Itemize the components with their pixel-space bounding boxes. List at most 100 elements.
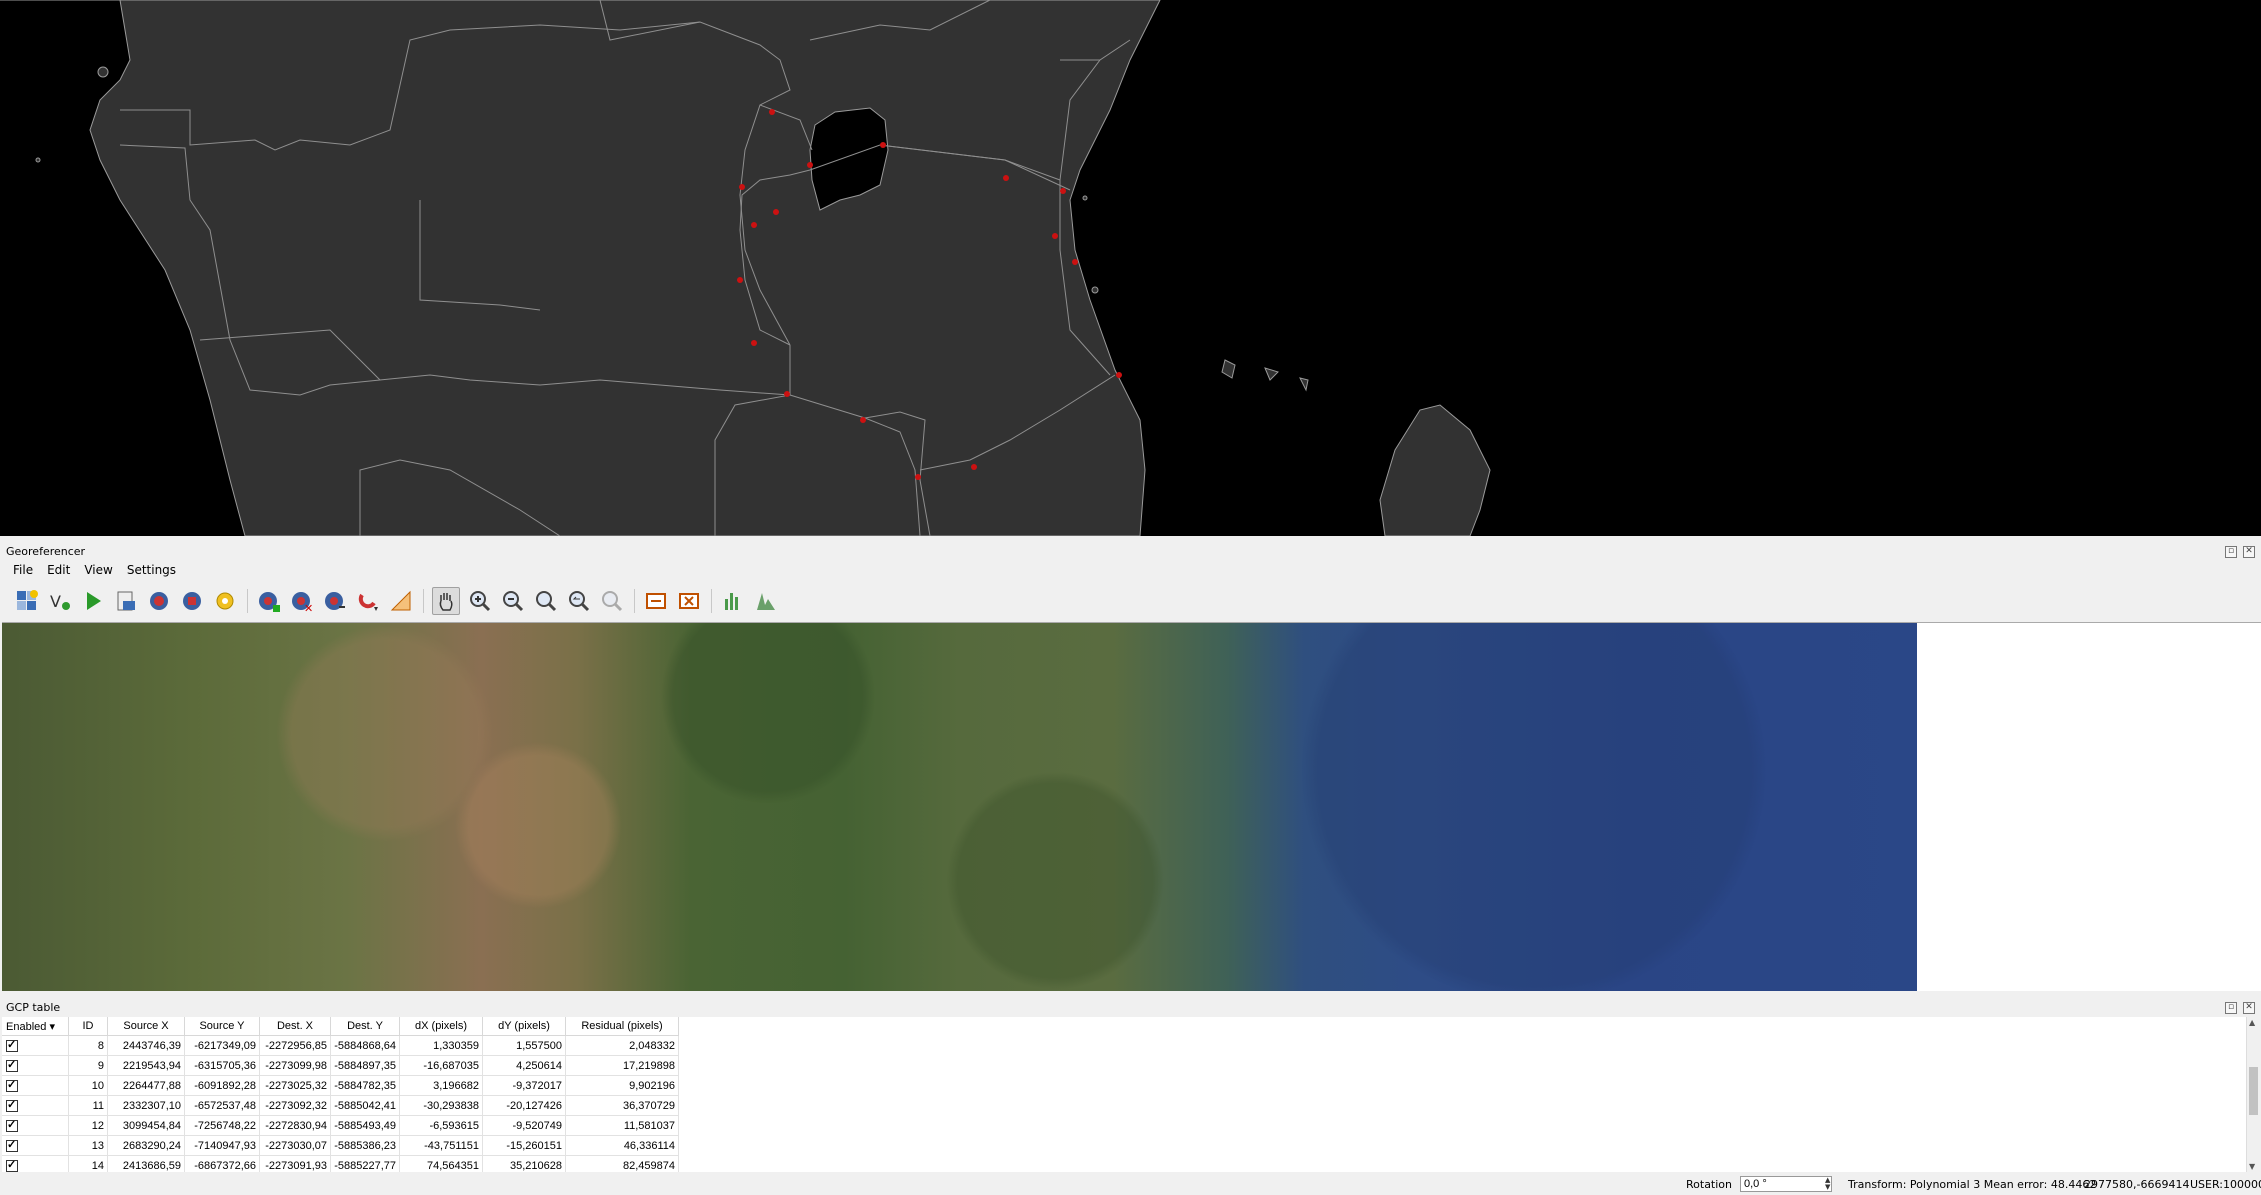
madagascar-landmass	[1379, 404, 1491, 536]
cell-id: 9	[68, 1055, 108, 1076]
float-dock-button[interactable]: ▫	[2225, 1002, 2237, 1014]
zoom-out-icon[interactable]	[500, 588, 526, 614]
table-row[interactable]: 12 3099454,84 -7256748,22 -2272830,94 -5…	[2, 1115, 679, 1136]
transform-settings-ruler-icon[interactable]	[388, 588, 414, 614]
enabled-checkbox[interactable]	[2, 1115, 69, 1136]
column-header-source-x[interactable]: Source X	[107, 1017, 185, 1036]
cell-dest-y[interactable]: -5884868,64	[330, 1035, 400, 1056]
cell-source-x[interactable]: 2332307,10	[107, 1095, 185, 1116]
save-gcp-icon[interactable]	[179, 588, 205, 614]
load-gcp-icon[interactable]	[146, 588, 172, 614]
cell-source-x[interactable]: 2413686,59	[107, 1155, 185, 1172]
cell-source-x[interactable]: 2443746,39	[107, 1035, 185, 1056]
scroll-up-icon[interactable]: ▲	[2249, 1018, 2255, 1027]
cell-dest-y[interactable]: -5885227,77	[330, 1155, 400, 1172]
enabled-checkbox[interactable]	[2, 1155, 69, 1172]
cell-source-y[interactable]: -6315705,36	[184, 1055, 260, 1076]
column-header-dest-x[interactable]: Dest. X	[259, 1017, 331, 1036]
cell-source-y[interactable]: -6091892,28	[184, 1075, 260, 1096]
cell-dest-y[interactable]: -5885042,41	[330, 1095, 400, 1116]
gcp-table-scrollbar[interactable]: ▲ ▼	[2246, 1017, 2261, 1172]
open-raster-icon[interactable]	[14, 588, 40, 614]
full-histogram-icon[interactable]	[753, 588, 779, 614]
cell-dest-y[interactable]: -5885386,23	[330, 1135, 400, 1156]
menu-view[interactable]: View	[77, 561, 119, 581]
cell-source-x[interactable]: 2219543,94	[107, 1055, 185, 1076]
cell-dest-y[interactable]: -5885493,49	[330, 1115, 400, 1136]
move-point-icon[interactable]	[322, 588, 348, 614]
cell-source-x[interactable]: 2683290,24	[107, 1135, 185, 1156]
zoom-to-layer-icon[interactable]	[533, 588, 559, 614]
close-dock-button[interactable]: ✕	[2243, 1002, 2255, 1014]
cell-source-y[interactable]: -6867372,66	[184, 1155, 260, 1172]
cell-source-y[interactable]: -7140947,93	[184, 1135, 260, 1156]
cell-dest-x[interactable]: -2272830,94	[259, 1115, 331, 1136]
link-from-qgis-icon[interactable]	[676, 588, 702, 614]
start-georeferencing-icon[interactable]	[80, 588, 106, 614]
column-header-dx[interactable]: dX (pixels)	[399, 1017, 483, 1036]
menu-edit[interactable]: Edit	[40, 561, 77, 581]
table-row[interactable]: 8 2443746,39 -6217349,09 -2272956,85 -58…	[2, 1035, 679, 1056]
enabled-checkbox[interactable]	[2, 1055, 69, 1076]
cell-dest-x[interactable]: -2272956,85	[259, 1035, 331, 1056]
scrollbar-thumb[interactable]	[2249, 1067, 2258, 1115]
cell-source-y[interactable]: -6217349,09	[184, 1035, 260, 1056]
cell-dy: 4,250614	[482, 1055, 566, 1076]
zoom-next-icon[interactable]	[599, 588, 625, 614]
generate-gdal-script-icon[interactable]	[113, 588, 139, 614]
delete-point-icon[interactable]: ✕	[289, 588, 315, 614]
cell-dest-x[interactable]: -2273091,93	[259, 1155, 331, 1172]
column-header-residual[interactable]: Residual (pixels)	[565, 1017, 679, 1036]
enabled-checkbox[interactable]	[2, 1135, 69, 1156]
transformation-settings-icon[interactable]	[212, 588, 238, 614]
enabled-checkbox[interactable]	[2, 1035, 69, 1056]
close-dock-button[interactable]: ✕	[2243, 546, 2255, 558]
enabled-checkbox[interactable]	[2, 1075, 69, 1096]
scroll-down-icon[interactable]: ▼	[2249, 1162, 2255, 1171]
table-row[interactable]: 14 2413686,59 -6867372,66 -2273091,93 -5…	[2, 1155, 679, 1172]
toolbar-separator	[247, 589, 248, 613]
toolbar-separator	[634, 589, 635, 613]
cell-dest-x[interactable]: -2273099,98	[259, 1055, 331, 1076]
enabled-checkbox[interactable]	[2, 1095, 69, 1116]
column-header-enabled[interactable]: Enabled ▾	[2, 1017, 69, 1036]
column-header-source-y[interactable]: Source Y	[184, 1017, 260, 1036]
main-map-canvas[interactable]	[0, 0, 2261, 536]
pan-icon[interactable]	[432, 587, 460, 615]
table-row[interactable]: 10 2264477,88 -6091892,28 -2273025,32 -5…	[2, 1075, 679, 1096]
cell-residual: 36,370729	[565, 1095, 679, 1116]
cell-residual: 2,048332	[565, 1035, 679, 1056]
sort-down-icon: ▾	[49, 1020, 55, 1033]
table-row[interactable]: 9 2219543,94 -6315705,36 -2273099,98 -58…	[2, 1055, 679, 1076]
cell-dest-x[interactable]: -2273030,07	[259, 1135, 331, 1156]
cell-source-x[interactable]: 3099454,84	[107, 1115, 185, 1136]
cell-dest-y[interactable]: -5884782,35	[330, 1075, 400, 1096]
column-header-dest-y[interactable]: Dest. Y	[330, 1017, 400, 1036]
snap-magnet-icon[interactable]	[355, 588, 381, 614]
cell-dest-x[interactable]: -2273025,32	[259, 1075, 331, 1096]
float-dock-button[interactable]: ▫	[2225, 546, 2237, 558]
link-to-qgis-icon[interactable]	[643, 588, 669, 614]
menu-file[interactable]: File	[0, 561, 40, 581]
rotation-spinner-icon[interactable]: ▲ ▼	[1825, 1177, 1830, 1191]
table-row[interactable]: 13 2683290,24 -7140947,93 -2273030,07 -5…	[2, 1135, 679, 1156]
cell-residual: 82,459874	[565, 1155, 679, 1172]
zoom-in-icon[interactable]	[467, 588, 493, 614]
zoom-last-icon[interactable]	[566, 588, 592, 614]
cell-source-x[interactable]: 2264477,88	[107, 1075, 185, 1096]
column-header-id[interactable]: ID	[68, 1017, 108, 1036]
africa-landmass	[0, 0, 1161, 536]
cell-dest-x[interactable]: -2273092,32	[259, 1095, 331, 1116]
georeferencer-canvas[interactable]	[2, 622, 2261, 991]
rotation-input[interactable]	[1740, 1176, 1832, 1192]
local-histogram-icon[interactable]	[720, 588, 746, 614]
menu-settings[interactable]: Settings	[120, 561, 183, 581]
add-point-icon[interactable]	[256, 588, 282, 614]
cell-source-y[interactable]: -7256748,22	[184, 1115, 260, 1136]
cell-source-y[interactable]: -6572537,48	[184, 1095, 260, 1116]
cell-id: 13	[68, 1135, 108, 1156]
table-row[interactable]: 11 2332307,10 -6572537,48 -2273092,32 -5…	[2, 1095, 679, 1116]
column-header-dy[interactable]: dY (pixels)	[482, 1017, 566, 1036]
cell-dest-y[interactable]: -5884897,35	[330, 1055, 400, 1076]
open-vector-icon[interactable]: V	[47, 588, 73, 614]
